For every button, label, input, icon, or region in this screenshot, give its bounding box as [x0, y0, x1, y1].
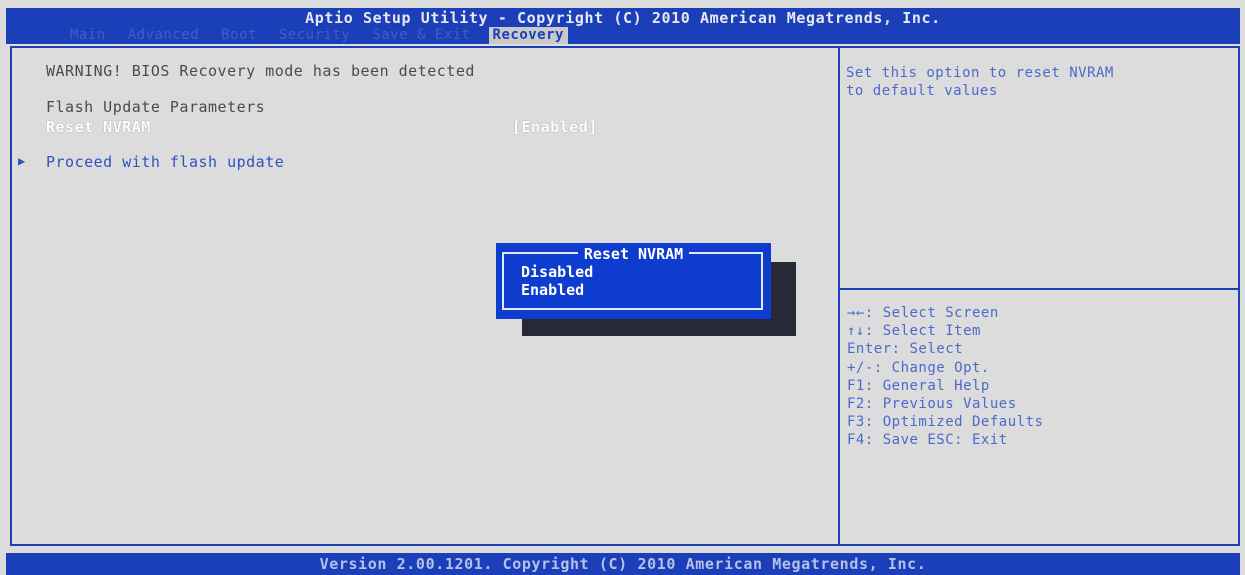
key-select-item: ↑↓: Select Item [847, 323, 981, 340]
proceed-flash-update-item[interactable]: Proceed with flash update [46, 153, 284, 171]
header-bar: Aptio Setup Utility - Copyright (C) 2010… [6, 8, 1240, 44]
key-optimized-defaults: F3: Optimized Defaults [847, 414, 1044, 431]
tab-advanced[interactable]: Advanced [124, 27, 203, 44]
popup-title: Reset NVRAM [496, 245, 771, 263]
reset-nvram-value[interactable]: [Enabled] [512, 118, 598, 136]
tab-bar: Main Advanced Boot Security Save & Exit … [66, 27, 568, 44]
vertical-divider [838, 48, 840, 544]
option-enabled[interactable]: Enabled [521, 281, 584, 299]
popup-title-text: Reset NVRAM [577, 245, 690, 263]
key-change-opt: +/-: Change Opt. [847, 359, 990, 376]
key-enter-select: Enter: Select [847, 341, 964, 358]
footer-bar: Version 2.00.1201. Copyright (C) 2010 Am… [6, 553, 1240, 575]
app-title: Aptio Setup Utility - Copyright (C) 2010… [305, 9, 941, 27]
key-previous-values: F2: Previous Values [847, 396, 1017, 413]
version-footer: Version 2.00.1201. Copyright (C) 2010 Am… [319, 555, 927, 573]
recovery-warning: WARNING! BIOS Recovery mode has been det… [46, 62, 475, 80]
section-title: Flash Update Parameters [46, 98, 266, 116]
tab-save-exit[interactable]: Save & Exit [368, 27, 474, 44]
tab-security[interactable]: Security [275, 27, 354, 44]
reset-nvram-item[interactable]: Reset NVRAM [46, 118, 151, 136]
tab-main[interactable]: Main [66, 27, 110, 44]
reset-nvram-popup: Reset NVRAM Disabled Enabled [496, 243, 771, 319]
key-select-screen: →←: Select Screen [847, 305, 999, 321]
option-disabled[interactable]: Disabled [521, 263, 593, 281]
help-divider [840, 288, 1240, 290]
key-save-exit: F4: Save ESC: Exit [847, 432, 1008, 449]
key-general-help: F1: General Help [847, 377, 990, 394]
tab-boot[interactable]: Boot [217, 27, 261, 44]
tab-recovery[interactable]: Recovery [488, 27, 568, 44]
help-description: Set this option to reset NVRAM to defaul… [846, 65, 1114, 99]
key-legend: →←: Select Screen ↑↓: Select Item Enter:… [847, 304, 1043, 450]
submenu-arrow-icon: ▶ [18, 154, 26, 168]
